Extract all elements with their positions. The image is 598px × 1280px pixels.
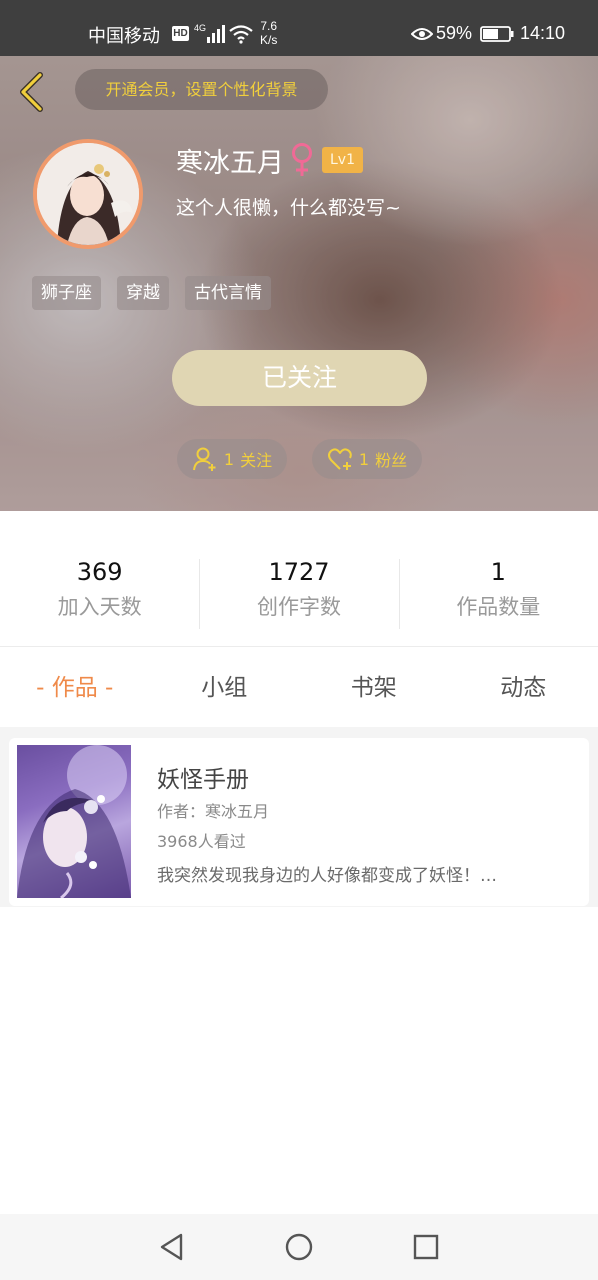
back-icon[interactable]	[16, 70, 48, 114]
female-icon	[292, 143, 312, 176]
heart-plus-icon	[327, 448, 352, 470]
vip-background-banner[interactable]: 开通会员，设置个性化背景	[75, 69, 328, 110]
back-triangle-icon[interactable]	[157, 1232, 187, 1262]
followed-button[interactable]: 已关注	[172, 350, 427, 406]
battery-icon	[480, 26, 514, 42]
profile-stats: 369 加入天数 1727 创作字数 1 作品数量	[0, 555, 598, 631]
level-badge: Lv1	[322, 147, 363, 173]
book-description: 我突然发现我身边的人好像都变成了妖怪！…	[157, 866, 497, 886]
stat-label: 加入天数	[57, 595, 142, 619]
signal-icon: 4G	[194, 23, 225, 43]
hd-icon: HD	[172, 26, 189, 41]
tag-item[interactable]: 狮子座	[32, 276, 101, 310]
stat-value: 1	[490, 558, 506, 586]
divider	[0, 646, 598, 647]
stat-word-count: 1727 创作字数	[199, 555, 398, 631]
following-button[interactable]: 1 关注	[177, 439, 287, 479]
nickname-row: 寒冰五月 Lv1	[176, 140, 363, 180]
eye-icon	[411, 28, 433, 40]
following-label: 关注	[240, 451, 273, 470]
book-author: 作者：寒冰五月	[157, 802, 270, 821]
battery-percent: 59%	[436, 23, 473, 43]
tag-list: 狮子座 穿越 古代言情	[32, 276, 271, 310]
fans-label: 粉丝	[375, 451, 408, 470]
avatar-illustration	[37, 143, 139, 245]
following-count: 1	[223, 449, 235, 469]
fans-count: 1	[358, 449, 370, 469]
speed-value: 7.6	[260, 19, 278, 33]
tag-item[interactable]: 穿越	[117, 276, 169, 310]
book-cover-illustration	[17, 745, 131, 898]
add-user-icon	[192, 447, 216, 471]
book-cover	[17, 745, 131, 898]
network-speed: 7.6 K/s	[260, 19, 277, 47]
wifi-icon	[229, 25, 253, 44]
status-bar: 中国移动 HD 4G 7.6 K/s 59% 14:10	[0, 0, 598, 56]
clock: 14:10	[520, 23, 566, 43]
nickname: 寒冰五月	[176, 147, 284, 179]
stat-label: 创作字数	[256, 595, 341, 619]
tab-bookshelf[interactable]: 书架	[299, 660, 449, 716]
home-circle-icon[interactable]	[284, 1232, 314, 1262]
list-item[interactable]: 妖怪手册 作者：寒冰五月 3968人看过 我突然发现我身边的人好像都变成了妖怪！…	[9, 738, 589, 906]
speed-unit: K/s	[260, 33, 278, 47]
network-type: 4G	[194, 23, 206, 33]
book-views: 3968人看过	[157, 832, 246, 851]
book-title: 妖怪手册	[157, 767, 249, 793]
bio-text: 这个人很懒，什么都没写~	[176, 197, 401, 219]
system-nav-bar	[0, 1214, 598, 1280]
tag-item[interactable]: 古代言情	[185, 276, 271, 310]
profile-tabs: - 作品 - 小组 书架 动态	[0, 660, 598, 716]
carrier-name: 中国移动	[88, 26, 160, 46]
stat-works-count: 1 作品数量	[398, 555, 598, 631]
tab-groups[interactable]: 小组	[150, 660, 300, 716]
tab-works[interactable]: - 作品 -	[0, 660, 150, 716]
stat-label: 作品数量	[456, 595, 541, 619]
avatar[interactable]	[33, 139, 143, 249]
stat-value: 369	[76, 558, 123, 586]
recents-square-icon[interactable]	[411, 1232, 441, 1262]
tab-activity[interactable]: 动态	[449, 660, 598, 716]
stat-join-days: 369 加入天数	[0, 555, 199, 631]
stat-value: 1727	[268, 558, 330, 586]
fans-button[interactable]: 1 粉丝	[312, 439, 422, 479]
